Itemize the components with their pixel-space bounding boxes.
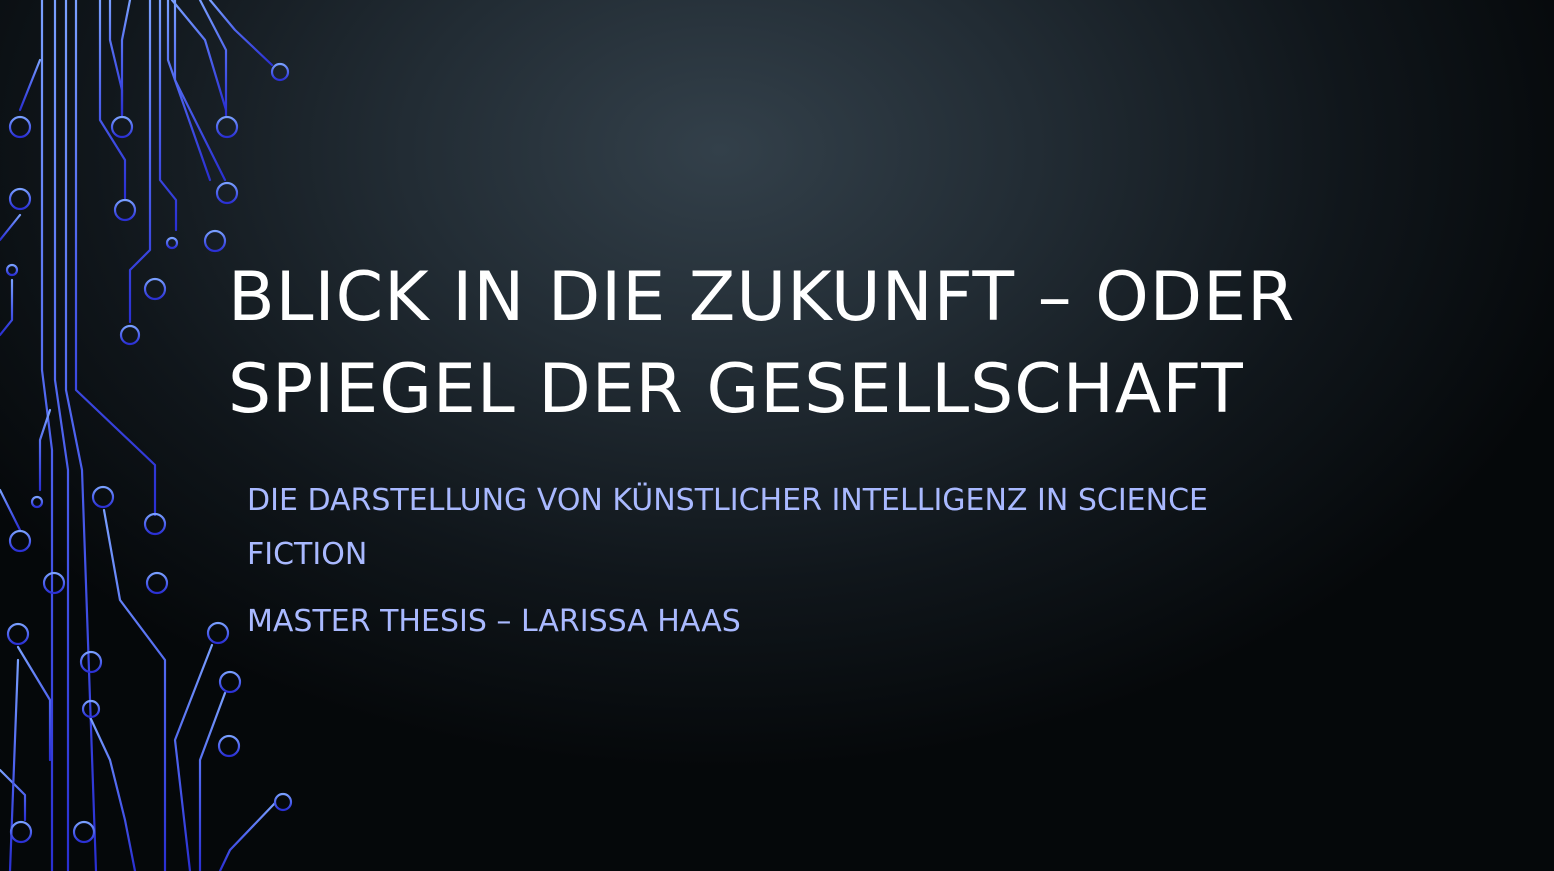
author-line: MASTER THESIS – LARISSA HAAS [247,604,741,639]
slide-subtitle: DIE DARSTELLUNG VON KÜNSTLICHER INTELLIG… [247,483,1208,572]
slide-title: BLICK IN DIE ZUKUNFT – ODER SPIEGEL DER … [228,258,1296,429]
title-slide: BLICK IN DIE ZUKUNFT – ODER SPIEGEL DER … [0,0,1554,871]
